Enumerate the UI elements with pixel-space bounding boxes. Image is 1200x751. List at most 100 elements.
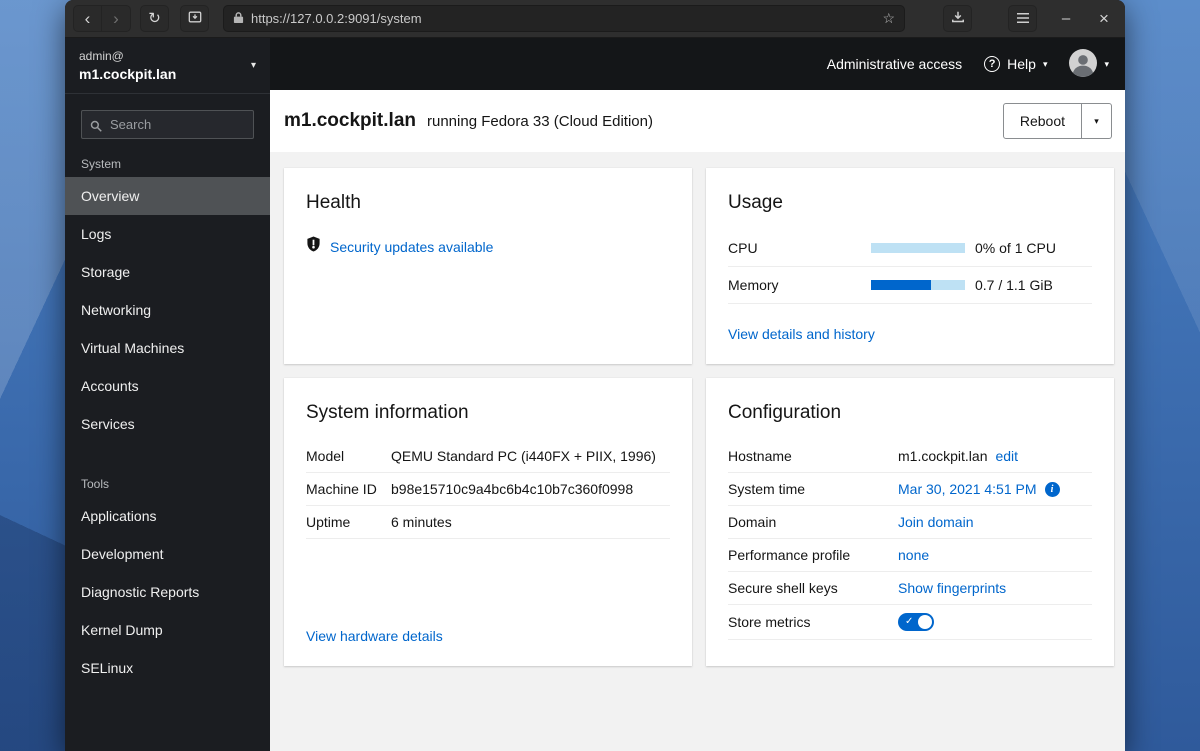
back-button[interactable]: ‹	[73, 5, 102, 32]
help-menu-button[interactable]: ? Help ▾	[984, 56, 1047, 72]
bookmark-star-icon[interactable]: ☆	[882, 10, 895, 27]
sidebar-item-diagnostic-reports[interactable]: Diagnostic Reports	[65, 573, 270, 611]
cpu-progress-bar	[871, 243, 965, 253]
masthead: Administrative access ? Help ▾ ▾	[270, 38, 1125, 90]
session-menu-button[interactable]: ▾	[1069, 48, 1109, 80]
page-hostname: m1.cockpit.lan	[284, 110, 416, 131]
configuration-title: Configuration	[728, 402, 842, 423]
close-button[interactable]: ×	[1091, 6, 1117, 32]
sidebar-item-logs[interactable]: Logs	[65, 215, 270, 253]
section-label-system: System	[81, 157, 122, 171]
check-icon: ✓	[905, 615, 914, 627]
system-time-label: System time	[728, 481, 806, 497]
view-hardware-details-link[interactable]: View hardware details	[306, 628, 443, 644]
pages-icon	[188, 10, 202, 27]
sidebar-item-applications[interactable]: Applications	[65, 497, 270, 535]
search-input[interactable]	[81, 110, 254, 139]
memory-label: Memory	[728, 277, 779, 293]
nav-tools: Applications Development Diagnostic Repo…	[65, 497, 270, 687]
chevron-down-icon: ▾	[1042, 58, 1048, 69]
nav-system: Overview Logs Storage Networking Virtual…	[65, 177, 270, 443]
pages-button[interactable]	[180, 5, 209, 32]
domain-label: Domain	[728, 514, 777, 530]
configuration-card: Configuration Hostname m1.cockpit.lan ed…	[706, 378, 1114, 666]
sidebar-item-virtual-machines[interactable]: Virtual Machines	[65, 329, 270, 367]
reboot-split-button: Reboot ▾	[1002, 103, 1112, 139]
machine-id-value: b98e15710c9a4bc6b4c10b7c360f0998	[391, 481, 634, 497]
performance-profile-row: Performance profile none	[728, 539, 1092, 572]
help-question-icon: ?	[984, 56, 1001, 72]
secure-shell-keys-row: Secure shell keys Show fingerprints	[728, 572, 1092, 605]
host-selector[interactable]: admin@ m1.cockpit.lan ▾	[65, 38, 270, 94]
performance-profile-label: Performance profile	[728, 547, 851, 563]
sidebar-item-services[interactable]: Services	[65, 405, 270, 443]
reboot-button[interactable]: Reboot	[1002, 103, 1082, 139]
info-icon[interactable]: i	[1044, 481, 1060, 497]
chevron-down-icon: ▾	[1104, 58, 1109, 69]
page-content: Health Security updates available Usage …	[270, 152, 1125, 751]
avatar	[1069, 48, 1098, 80]
caret-down-icon: ▾	[1094, 115, 1099, 126]
system-time-row: System time Mar 30, 2021 4:51 PM i	[728, 473, 1092, 506]
search-container	[65, 94, 270, 149]
memory-progress-fill	[871, 280, 932, 290]
sidebar-item-selinux[interactable]: SELinux	[65, 649, 270, 687]
minimize-button[interactable]: –	[1053, 6, 1079, 32]
machine-id-label: Machine ID	[306, 481, 377, 497]
browser-toolbar: ‹ › ↻ https://127.0.0.2:9091/system ☆ – …	[65, 0, 1125, 38]
page-title: m1.cockpit.lan running Fedora 33 (Cloud …	[284, 110, 653, 132]
sidebar-item-development[interactable]: Development	[65, 535, 270, 573]
administrative-access-button[interactable]: Administrative access	[827, 56, 962, 72]
join-domain-link[interactable]: Join domain	[898, 514, 974, 530]
host-user: admin@	[79, 49, 124, 63]
security-updates-link[interactable]: Security updates available	[330, 239, 493, 255]
sidebar-item-networking[interactable]: Networking	[65, 291, 270, 329]
cpu-value: 0% of 1 CPU	[975, 240, 1056, 256]
uptime-value: 6 minutes	[391, 514, 452, 530]
store-metrics-row: Store metrics ✓	[728, 605, 1092, 640]
forward-button[interactable]: ›	[102, 5, 131, 32]
show-fingerprints-link[interactable]: Show fingerprints	[898, 580, 1006, 596]
url-text: https://127.0.0.2:9091/system	[251, 11, 422, 26]
url-bar[interactable]: https://127.0.0.2:9091/system ☆	[223, 5, 905, 32]
uptime-row: Uptime 6 minutes	[306, 506, 670, 539]
hamburger-icon	[1016, 10, 1030, 27]
usage-card: Usage CPU 0% of 1 CPU Memory 0.7 / 1.1 G…	[706, 168, 1114, 364]
view-details-history-link[interactable]: View details and history	[728, 326, 875, 342]
system-time-link[interactable]: Mar 30, 2021 4:51 PM	[898, 481, 1037, 497]
system-information-card: System information Model QEMU Standard P…	[284, 378, 692, 666]
machine-id-row: Machine ID b98e15710c9a4bc6b4c10b7c360f0…	[306, 473, 670, 506]
menu-button[interactable]	[1008, 5, 1037, 32]
uptime-label: Uptime	[306, 514, 351, 530]
model-label: Model	[306, 448, 345, 464]
health-card: Health Security updates available	[284, 168, 692, 364]
nav-button-group: ‹ ›	[73, 5, 131, 32]
domain-row: Domain Join domain	[728, 506, 1092, 539]
chevron-down-icon: ▾	[250, 60, 256, 71]
sidebar-item-storage[interactable]: Storage	[65, 253, 270, 291]
host-name: m1.cockpit.lan	[79, 66, 177, 82]
health-card-title: Health	[306, 192, 361, 213]
model-row: Model QEMU Standard PC (i440FX + PIIX, 1…	[306, 440, 670, 473]
security-lock-icon	[233, 11, 244, 27]
memory-progress-bar	[871, 280, 965, 290]
system-information-title: System information	[306, 402, 469, 423]
section-label-tools: Tools	[81, 477, 110, 491]
cpu-label: CPU	[728, 240, 758, 256]
help-label: Help	[1007, 56, 1036, 72]
hostname-value: m1.cockpit.lan	[898, 448, 988, 464]
store-metrics-toggle[interactable]: ✓	[898, 613, 934, 631]
cockpit-app: admin@ m1.cockpit.lan ▾ System Overview …	[65, 38, 1125, 751]
sidebar-item-overview[interactable]: Overview	[65, 177, 270, 215]
sidebar-item-accounts[interactable]: Accounts	[65, 367, 270, 405]
downloads-button[interactable]	[943, 5, 972, 32]
performance-profile-link[interactable]: none	[898, 547, 929, 563]
sidebar: admin@ m1.cockpit.lan ▾ System Overview …	[65, 38, 270, 751]
reload-button[interactable]: ↻	[140, 5, 169, 32]
sidebar-item-kernel-dump[interactable]: Kernel Dump	[65, 611, 270, 649]
hostname-edit-link[interactable]: edit	[995, 448, 1018, 464]
reboot-dropdown-toggle[interactable]: ▾	[1082, 103, 1112, 139]
hostname-row: Hostname m1.cockpit.lan edit	[728, 440, 1092, 473]
cpu-usage-row: CPU 0% of 1 CPU	[728, 230, 1092, 267]
model-value: QEMU Standard PC (i440FX + PIIX, 1996)	[391, 448, 656, 464]
